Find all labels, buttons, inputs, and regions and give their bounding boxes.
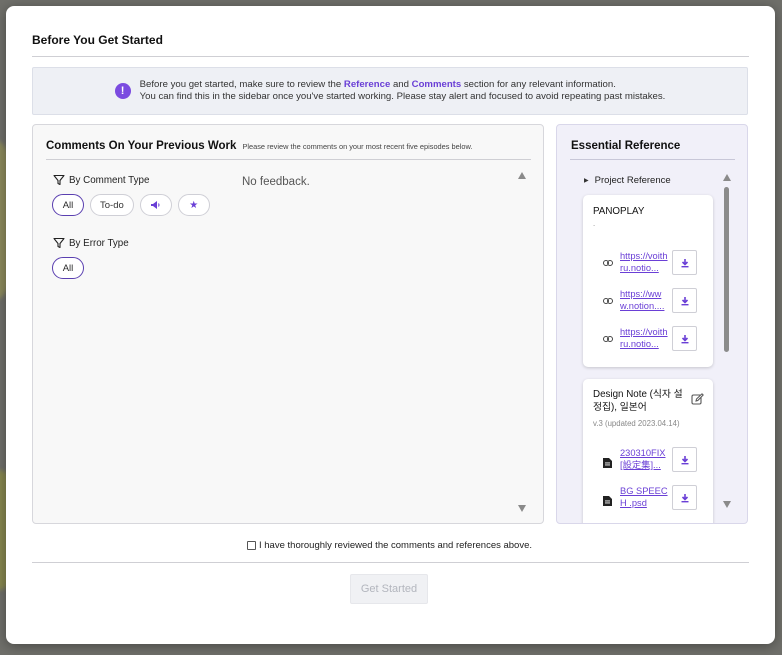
project-reference-toggle[interactable]: ▶ Project Reference [584,175,671,186]
onboarding-modal: Before You Get Started ! Before you get … [6,6,775,644]
scrollbar-thumb[interactable] [724,187,729,352]
reference-card: PANOPLAY . https://voithru.notio... http… [583,195,713,367]
link-icon [603,334,613,345]
reference-card-title: PANOPLAY [593,206,645,217]
reference-card-subtitle: . [593,219,596,228]
info-banner-text: Before you get started, make sure to rev… [140,79,666,103]
reference-panel-title: Essential Reference [571,140,681,152]
chip-error-all[interactable]: All [52,257,84,279]
download-button[interactable] [672,250,697,275]
reference-link-row: https://www.notion.... [603,288,709,316]
confirm-checkbox[interactable] [247,541,256,550]
reference-file-link[interactable]: BG SPEECH .psd [620,485,668,509]
download-icon [681,258,688,267]
info-banner: ! Before you get started, make sure to r… [32,67,748,115]
project-reference-label: Project Reference [594,175,671,186]
comment-type-chips: All To-do ★ [52,194,210,216]
reference-file-link[interactable]: 230310FIX [設定集]... [620,447,668,471]
comments-panel-title: Comments On Your Previous Work [46,140,237,152]
megaphone-icon [151,201,160,209]
reference-link[interactable]: https://www.notion.... [620,288,668,312]
chip-star[interactable]: ★ [177,194,210,216]
error-type-chips: All [52,257,84,279]
edit-icon[interactable] [691,393,704,411]
chip-todo[interactable]: To-do [90,194,134,216]
filter-icon [53,237,65,249]
chip-megaphone[interactable] [139,194,172,216]
info-text: and [390,79,412,90]
comments-panel-subtitle: Please review the comments on your most … [242,142,473,151]
reference-card-title: Design Note (식자 설정집), 일본어 [593,389,683,413]
caret-right-icon: ▶ [584,178,589,184]
exclamation-icon: ! [114,83,131,99]
empty-state-text: No feedback. [242,176,310,188]
link-icon [603,258,613,269]
reference-link-row: https://voithru.notio... [603,326,709,354]
download-button[interactable] [672,288,697,313]
download-icon [681,296,688,305]
comments-highlight: Comments [411,79,462,90]
download-button[interactable] [672,485,697,510]
download-icon [681,334,688,343]
download-button[interactable] [672,447,697,472]
comments-panel-header: Comments On Your Previous Work Please re… [46,140,472,152]
divider [32,56,749,57]
reference-card: Design Note (식자 설정집), 일본어 v.3 (updated 2… [583,379,713,523]
error-type-filter-label: By Error Type [53,237,129,249]
scroll-down-arrow-icon[interactable] [518,505,526,512]
reference-file-row: 230310FIX [設定集]... [603,447,709,475]
info-text: Before you get started, make sure to rev… [139,79,344,90]
link-icon [603,296,613,307]
divider [46,159,531,160]
info-text: section for any relevant information. [461,79,616,90]
filter-icon [53,174,65,186]
download-icon [681,493,688,502]
info-line-2: You can find this in the sidebar once yo… [139,91,666,102]
info-line-1: Before you get started, make sure to rev… [140,79,666,91]
download-icon [681,455,688,464]
star-icon: ★ [189,199,199,211]
modal-title: Before You Get Started [32,33,163,47]
confirm-review-row[interactable]: I have thoroughly reviewed the comments … [247,540,532,551]
comments-panel: Comments On Your Previous Work Please re… [32,124,544,524]
divider [32,562,749,563]
document-icon [603,455,612,473]
scroll-up-arrow-icon[interactable] [723,174,731,181]
comment-type-filter-label: By Comment Type [53,174,149,186]
reference-link-row: https://voithru.notio... [603,250,709,278]
scroll-down-arrow-icon[interactable] [723,501,731,508]
reference-link[interactable]: https://voithru.notio... [620,326,668,350]
divider [570,159,735,160]
reference-highlight: Reference [343,79,391,90]
chip-all[interactable]: All [52,194,84,216]
reference-panel: Essential Reference ▶ Project Reference … [556,124,748,524]
reference-card-version: v.3 (updated 2023.04.14) [593,419,680,428]
download-button[interactable] [672,326,697,351]
get-started-button[interactable]: Get Started [350,574,428,604]
reference-link[interactable]: https://voithru.notio... [620,250,668,274]
filter-label-text: By Error Type [69,237,129,249]
filter-label-text: By Comment Type [69,174,150,186]
reference-file-row: BG SPEECH .psd [603,485,709,513]
document-icon [603,493,612,511]
confirm-label: I have thoroughly reviewed the comments … [259,540,533,551]
scroll-up-arrow-icon[interactable] [518,172,526,179]
